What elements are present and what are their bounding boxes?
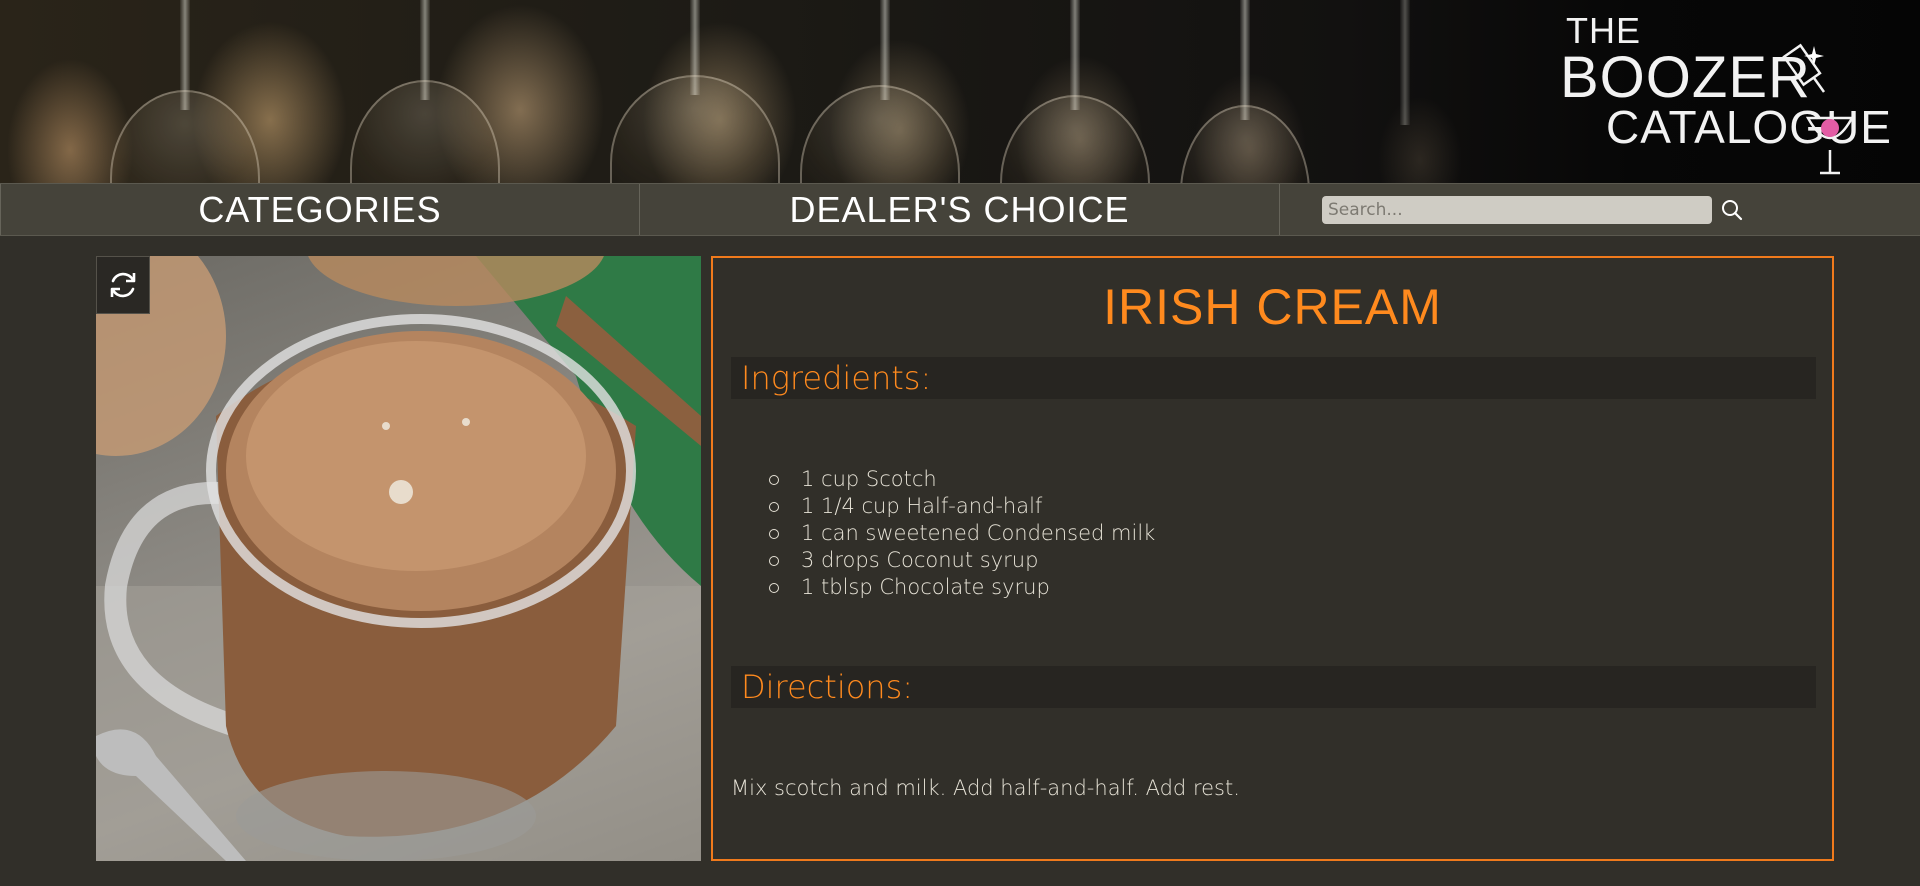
header-banner: THE BOOZER CATALOGUE [0,0,1920,183]
glass-bowl [110,90,260,183]
list-item: 1 tblsp Chocolate syrup [769,574,1155,601]
directions-heading: Directions: [731,666,1816,708]
recipe-photo [96,256,701,861]
glass-bowl [610,75,780,183]
ingredients-heading: Ingredients: [731,357,1816,399]
nav-categories[interactable]: CATEGORIES [0,184,640,235]
glass-stem [1240,0,1250,120]
list-item: 1 1/4 cup Half-and-half [769,493,1155,520]
glass-bowl [1000,95,1150,183]
nav-dealers-choice[interactable]: DEALER'S CHOICE [640,184,1280,235]
glass-bowl [350,80,500,183]
search-area [1280,184,1920,235]
search-icon[interactable] [1720,198,1744,222]
recipe-title: IRISH CREAM [1103,279,1442,335]
refresh-icon [110,272,136,298]
glass-bowl [1180,105,1310,183]
directions-text: Mix scotch and milk. Add half-and-half. … [731,776,1240,800]
glass-bowl [800,85,960,183]
recipe-card: IRISH CREAM Ingredients: 1 cup Scotch 1 … [711,256,1834,861]
list-item: 1 cup Scotch [769,466,1155,493]
list-item: 3 drops Coconut syrup [769,547,1155,574]
list-item: 1 can sweetened Condensed milk [769,520,1155,547]
refresh-button[interactable] [96,256,150,314]
martini-glass-icon [1782,43,1855,175]
glass-stem [1070,0,1080,110]
glass-stem [1400,0,1410,125]
site-logo[interactable]: THE BOOZER CATALOGUE [1560,8,1900,175]
ingredients-list: 1 cup Scotch 1 1/4 cup Half-and-half 1 c… [769,466,1155,601]
main-navbar: CATEGORIES DEALER'S CHOICE [0,183,1920,236]
search-input[interactable] [1322,195,1712,224]
